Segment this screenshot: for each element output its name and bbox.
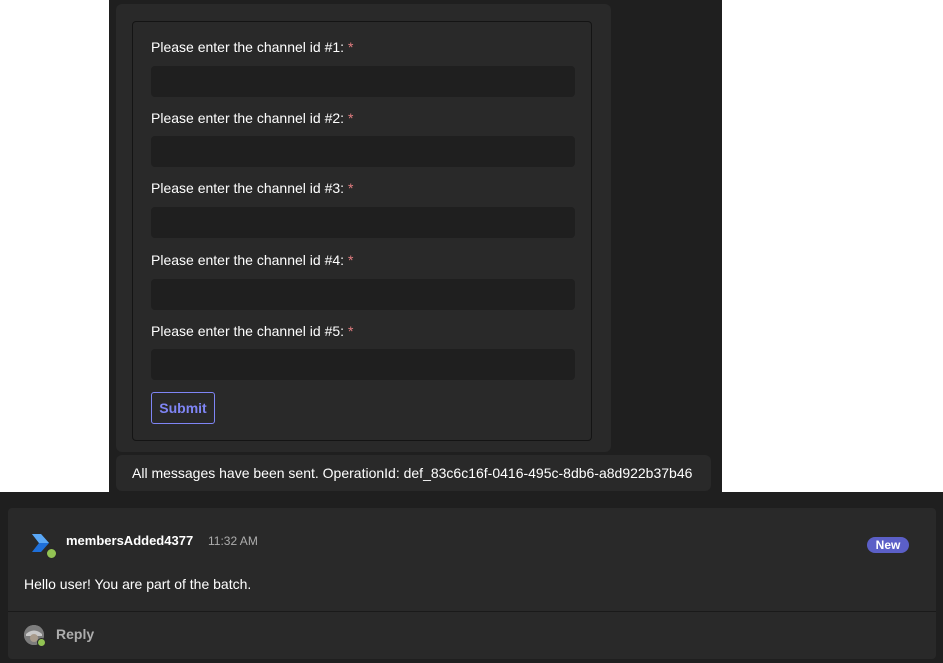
- channel-id-4-input[interactable]: [151, 279, 575, 310]
- channel-id-4-label: Please enter the channel id #4: *: [151, 252, 354, 268]
- chat-column: Please enter the channel id #1: * Please …: [109, 0, 722, 492]
- bot-avatar[interactable]: [30, 532, 57, 559]
- post-message: Hello user! You are part of the batch.: [24, 576, 252, 592]
- presence-available-icon: [46, 548, 57, 559]
- channel-post: membersAdded4377 11:32 AM New Hello user…: [8, 508, 936, 659]
- submit-button[interactable]: Submit: [151, 392, 215, 424]
- channel-id-5-label: Please enter the channel id #5: *: [151, 323, 354, 339]
- status-message: All messages have been sent. OperationId…: [116, 455, 711, 491]
- channel-id-1-label: Please enter the channel id #1: *: [151, 39, 354, 55]
- channel-id-2-label: Please enter the channel id #2: *: [151, 110, 354, 126]
- required-mark: *: [348, 39, 354, 55]
- user-avatar: [24, 625, 46, 647]
- channel-id-5-input[interactable]: [151, 349, 575, 380]
- required-mark: *: [348, 110, 354, 126]
- required-mark: *: [348, 323, 354, 339]
- channel-id-1-input[interactable]: [151, 66, 575, 97]
- channel-id-3-input[interactable]: [151, 207, 575, 238]
- post-author[interactable]: membersAdded4377: [66, 533, 193, 548]
- reply-label: Reply: [56, 626, 95, 642]
- adaptive-card: Please enter the channel id #1: * Please …: [132, 21, 592, 441]
- new-badge: New: [867, 537, 909, 553]
- adaptive-card-message: Please enter the channel id #1: * Please …: [116, 4, 611, 452]
- required-mark: *: [348, 180, 354, 196]
- thread-area: membersAdded4377 11:32 AM New Hello user…: [0, 492, 943, 663]
- channel-id-3-label: Please enter the channel id #3: *: [151, 180, 354, 196]
- presence-available-icon: [37, 638, 46, 647]
- required-mark: *: [348, 252, 354, 268]
- screen: Please enter the channel id #1: * Please …: [0, 0, 943, 663]
- post-timestamp: 11:32 AM: [208, 534, 258, 548]
- channel-id-2-input[interactable]: [151, 136, 575, 167]
- reply-button[interactable]: Reply: [8, 612, 936, 659]
